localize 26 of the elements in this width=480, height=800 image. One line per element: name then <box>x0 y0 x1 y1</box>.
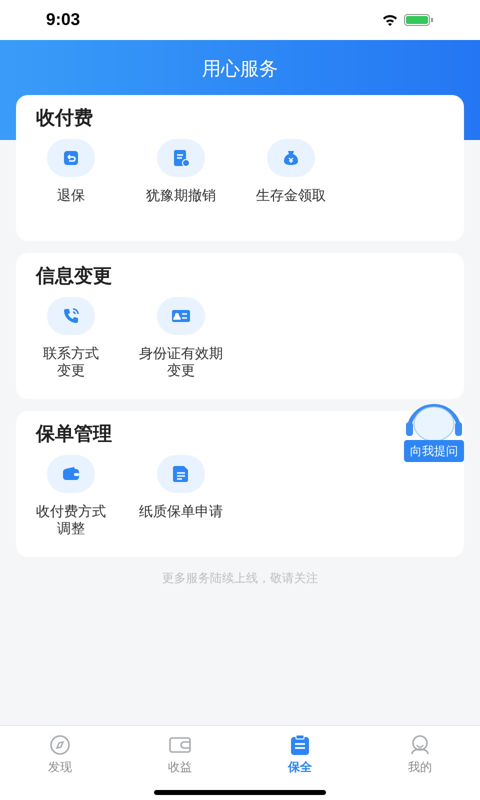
document-icon <box>171 464 191 484</box>
compass-icon <box>49 734 71 756</box>
money-bag-icon <box>281 148 301 168</box>
wallet-icon <box>169 734 191 756</box>
page-title: 用心服务 <box>202 58 278 82</box>
person-icon <box>409 734 431 756</box>
section-title: 信息变更 <box>36 266 112 287</box>
phone-icon <box>61 306 81 326</box>
status-time: 9:03 <box>46 9 80 32</box>
service-item[interactable]: 联系方式变更 <box>16 297 126 379</box>
return-icon <box>61 148 81 168</box>
battery-icon <box>404 14 434 26</box>
ask-me-button[interactable]: 向我提问 <box>404 440 464 462</box>
service-item[interactable]: 身份证有效期变更 <box>126 297 236 379</box>
service-item[interactable]: 纸质保单申请 <box>126 455 236 537</box>
tab[interactable]: 保全 <box>240 734 360 776</box>
service-item[interactable]: 退保 <box>16 139 126 204</box>
service-item[interactable]: 犹豫期撤销 <box>126 139 236 204</box>
wifi-icon <box>382 14 398 26</box>
section-title: 保单管理 <box>36 424 112 445</box>
section-title: 收付费 <box>36 108 93 129</box>
clipboard-icon <box>289 734 311 756</box>
service-item[interactable]: 收付费方式调整 <box>16 455 126 537</box>
document-clock-icon <box>171 148 191 168</box>
service-item[interactable]: 生存金领取 <box>236 139 346 204</box>
footer-note: 更多服务陆续上线，敬请关注 <box>162 570 318 587</box>
